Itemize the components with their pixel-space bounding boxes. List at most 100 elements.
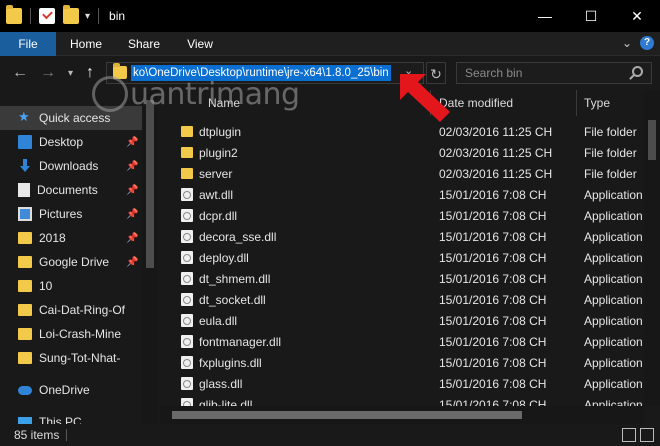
sidebar-item-cai-dat-ring-of[interactable]: Cai-Dat-Ring-Of <box>0 298 142 322</box>
download-icon <box>18 159 32 173</box>
file-row[interactable]: fontmanager.dll 15/01/2016 7:08 CH Applica… <box>160 331 644 352</box>
file-name: fontmanager.dll <box>199 334 282 349</box>
file-name: dtplugin <box>199 124 242 139</box>
scrollbar-thumb[interactable] <box>648 120 656 160</box>
file-name: fxplugins.dll <box>199 355 262 370</box>
file-date-modified: 15/01/2016 7:08 CH <box>439 208 547 223</box>
file-name: awt.dll <box>199 187 234 202</box>
minimize-button[interactable]: — <box>522 0 568 32</box>
scrollbar-thumb[interactable] <box>146 100 154 268</box>
watermark-text: uantrimang <box>130 76 300 112</box>
dll-file-icon <box>181 335 193 348</box>
column-header-type[interactable]: Type <box>584 92 610 114</box>
file-row[interactable]: decora_sse.dll 15/01/2016 7:08 CH Applicat… <box>160 226 644 247</box>
folder-icon <box>18 328 32 340</box>
file-date-modified: 02/03/2016 11:25 CH <box>439 166 553 181</box>
sidebar-item-label: Cai-Dat-Ring-Of <box>39 303 126 317</box>
pin-icon[interactable]: 📌 <box>126 209 138 220</box>
file-row[interactable]: awt.dll 15/01/2016 7:08 CH Application <box>160 184 644 205</box>
file-name: dt_socket.dll <box>199 292 266 307</box>
file-type: Application <box>584 250 643 265</box>
properties-icon[interactable] <box>39 8 55 24</box>
file-type: File folder <box>584 124 637 139</box>
expand-ribbon-icon[interactable]: ⌄ <box>622 36 632 50</box>
recent-locations-icon[interactable]: ▾ <box>68 64 73 84</box>
back-button[interactable]: ← <box>12 63 28 83</box>
file-type: File folder <box>584 145 637 160</box>
sidebar-item-this-pc[interactable]: This PC <box>0 410 142 424</box>
folder-icon <box>181 126 193 137</box>
file-list-vertical-scrollbar[interactable] <box>644 90 660 406</box>
file-row[interactable]: dtplugin 02/03/2016 11:25 CH File folder <box>160 121 644 142</box>
file-row[interactable]: plugin2 02/03/2016 11:25 CH File folder <box>160 142 644 163</box>
watermark: uantrimang <box>92 74 300 114</box>
navigation-pane: ★ Quick access Desktop 📌 Downloads 📌 Doc… <box>0 90 158 424</box>
pictures-icon <box>18 207 32 221</box>
sidebar-item-2018[interactable]: 2018 📌 <box>0 226 142 250</box>
file-row[interactable]: dt_shmem.dll 15/01/2016 7:08 CH Applicatio… <box>160 268 644 289</box>
item-count: 85 items <box>14 428 60 442</box>
pin-icon[interactable]: 📌 <box>126 185 138 196</box>
sidebar-item-downloads[interactable]: Downloads 📌 <box>0 154 142 178</box>
file-row[interactable]: deploy.dll 15/01/2016 7:08 CH Application <box>160 247 644 268</box>
file-date-modified: 15/01/2016 7:08 CH <box>439 292 547 307</box>
pc-icon <box>18 417 32 424</box>
tab-file[interactable]: File <box>0 32 56 56</box>
customize-toolbar-icon[interactable]: ▾ <box>85 11 90 22</box>
sidebar-item-google-drive[interactable]: Google Drive 📌 <box>0 250 142 274</box>
dll-file-icon <box>181 377 193 390</box>
column-divider[interactable] <box>576 90 577 116</box>
new-folder-icon[interactable] <box>63 5 79 24</box>
close-button[interactable]: ✕ <box>614 0 660 32</box>
help-icon[interactable]: ? <box>640 36 654 50</box>
file-type: Application <box>584 229 643 244</box>
search-input[interactable]: Search bin <box>456 62 652 84</box>
sidebar-item-onedrive[interactable]: OneDrive <box>0 378 142 402</box>
file-name: decora_sse.dll <box>199 229 277 244</box>
file-row[interactable]: server 02/03/2016 11:25 CH File folder <box>160 163 644 184</box>
file-type: Application <box>584 376 643 391</box>
divider <box>66 429 67 441</box>
sidebar-item-pictures[interactable]: Pictures 📌 <box>0 202 142 226</box>
file-name: server <box>199 166 233 181</box>
tab-share[interactable]: Share <box>122 32 166 56</box>
file-row[interactable]: glass.dll 15/01/2016 7:08 CH Application <box>160 373 644 394</box>
dll-file-icon <box>181 293 193 306</box>
sidebar-item-loi-crash-mine[interactable]: Loi-Crash-Mine <box>0 322 142 346</box>
sidebar-item-documents[interactable]: Documents 📌 <box>0 178 142 202</box>
file-list: Name Date modified Type dtplugin 02/03/20… <box>160 90 660 424</box>
pin-icon[interactable]: 📌 <box>126 137 138 148</box>
scrollbar-thumb[interactable] <box>172 411 522 419</box>
file-date-modified: 02/03/2016 11:25 CH <box>439 124 553 139</box>
pin-icon[interactable]: 📌 <box>126 257 138 268</box>
file-type: Application <box>584 334 643 349</box>
file-list-horizontal-scrollbar[interactable] <box>160 406 644 424</box>
sidebar-item-label: 2018 <box>39 231 66 245</box>
dll-file-icon <box>181 251 193 264</box>
pin-icon[interactable]: 📌 <box>126 233 138 244</box>
maximize-button[interactable]: ☐ <box>568 0 614 32</box>
tab-home[interactable]: Home <box>62 32 110 56</box>
file-row[interactable]: dcpr.dll 15/01/2016 7:08 CH Application <box>160 205 644 226</box>
file-date-modified: 15/01/2016 7:08 CH <box>439 229 547 244</box>
file-row[interactable]: eula.dll 15/01/2016 7:08 CH Application <box>160 310 644 331</box>
details-view-icon[interactable] <box>622 428 636 442</box>
forward-button[interactable]: → <box>40 63 56 83</box>
watermark-logo-icon <box>92 76 128 112</box>
file-name: glass.dll <box>199 376 243 391</box>
pin-icon[interactable]: 📌 <box>126 161 138 172</box>
dll-file-icon <box>181 230 193 243</box>
sidebar-scrollbar[interactable] <box>142 90 158 424</box>
sidebar-item-desktop[interactable]: Desktop 📌 <box>0 130 142 154</box>
file-row[interactable]: fxplugins.dll 15/01/2016 7:08 CH Applicati… <box>160 352 644 373</box>
sidebar-item-sung-tot-nhat[interactable]: Sung-Tot-Nhat- <box>0 346 142 370</box>
file-name: dcpr.dll <box>199 208 238 223</box>
file-type: Application <box>584 355 643 370</box>
file-row[interactable]: dt_socket.dll 15/01/2016 7:08 CH Applicati… <box>160 289 644 310</box>
sidebar-item-label: Desktop <box>39 135 84 149</box>
file-date-modified: 15/01/2016 7:08 CH <box>439 271 547 286</box>
file-type: Application <box>584 292 643 307</box>
sidebar-item-10[interactable]: 10 <box>0 274 142 298</box>
large-icons-view-icon[interactable] <box>640 428 654 442</box>
tab-view[interactable]: View <box>180 32 220 56</box>
